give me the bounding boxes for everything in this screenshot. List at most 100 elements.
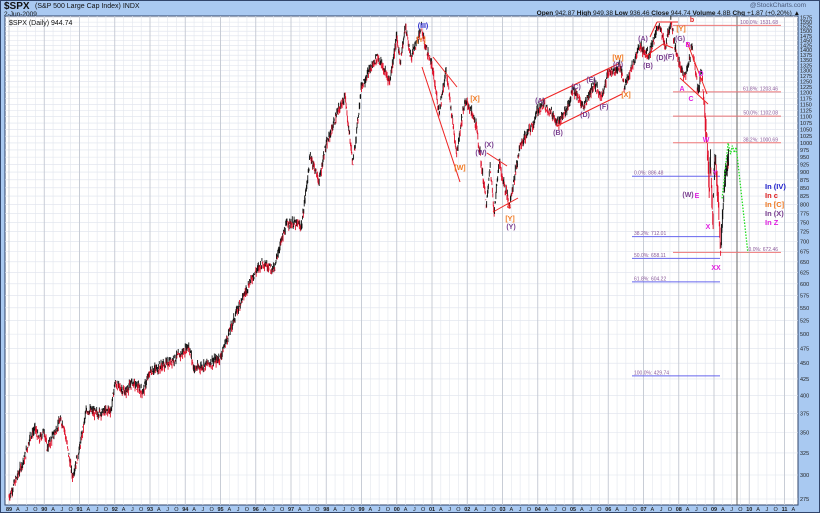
wave-label: [W] [612,55,623,62]
y-tick-label: 1075 [800,121,812,127]
fib-label: 38.2%: 712.01 [634,231,666,237]
x-tick-label: A [192,507,196,513]
y-tick-label: 425 [800,377,809,383]
fib-label: 50.0%: 658.11 [634,253,666,259]
x-tick-label: O [774,507,779,513]
x-tick-label: O [386,507,391,513]
wave-label: (Y) [506,224,515,231]
y-tick-label: 600 [800,282,809,288]
y-tick-label: 1175 [800,97,812,103]
y-tick-label: 975 [800,148,809,154]
x-tick-label: 06 [605,507,611,513]
wave-label: A [679,86,684,93]
y-tick-label: 1050 [800,128,812,134]
x-tick-label: O [492,507,497,513]
x-tick-label: A [686,507,690,513]
y-tick-label: 775 [800,211,809,217]
x-tick-label: A [263,507,267,513]
wave-label: D [698,71,703,78]
x-axis: 89 A J O 90 A J O 91 A J O 92 A J O 93 A J O 94 A J O 95 A J O 96 A J O… [6,507,796,513]
x-tick-label: J [202,507,205,513]
x-tick-label: 99 [358,507,364,513]
y-tick-label: 700 [800,239,809,245]
x-tick-label: 96 [253,507,259,513]
y-tick-label: 1250 [800,79,812,85]
x-tick-label: A [86,507,90,513]
wave-label: (W) [475,150,486,157]
x-tick-label: J [589,507,592,513]
wave-label: (X) [484,142,493,149]
wave-label: (F) [666,54,675,61]
x-tick-label: J [730,507,733,513]
x-tick-label: J [519,507,522,513]
wave-label: (D) [656,55,666,62]
y-tick-label: 850 [800,186,809,192]
wave-label: (B) [643,63,653,70]
fib-label: 50.0%: 1102.08 [743,111,778,117]
y-tick-label: 350 [800,430,809,436]
fib-label: 61.8%: 604.22 [634,276,666,282]
x-tick-label: 07 [640,507,646,513]
x-tick-label: 10 [746,507,752,513]
y-axis: 275 300 325 350 375 400 425 450 475 500 525 550 575 6… [800,16,812,503]
x-tick-label: A [404,507,408,513]
x-tick-label: J [378,507,381,513]
x-tick-label: O [351,507,356,513]
x-tick-label: J [61,507,64,513]
x-tick-label: O [315,507,320,513]
x-tick-label: O [421,507,426,513]
wave-label: E [695,193,700,200]
x-tick-label: 01 [429,507,435,513]
x-tick-label: A [157,507,161,513]
x-tick-label: 05 [570,507,576,513]
wave-label: (A) [638,36,648,43]
x-tick-label: O [456,507,461,513]
y-tick-label: 650 [800,260,809,266]
wave-label: (III) [418,23,429,30]
fib-label: 100.0%: 429.74 [634,370,669,376]
y-tick-label: 900 [800,170,809,176]
x-tick-label: O [69,507,74,513]
wave-label: B [685,42,690,49]
x-tick-label: A [545,507,549,513]
y-tick-label: 1300 [800,69,812,75]
y-tick-label: 1575 [800,16,812,22]
y-tick-label: 1100 [800,115,812,121]
x-tick-label: 89 [6,507,12,513]
y-tick-label: 475 [800,346,809,352]
x-tick-label: 11 [782,507,788,513]
x-tick-label: A [51,507,55,513]
y-tick-label: 1000 [800,141,812,147]
y-tick-label: 625 [800,271,809,277]
x-tick-label: O [104,507,109,513]
x-tick-label: 90 [41,507,47,513]
y-tick-label: 1200 [800,91,812,97]
x-tick-label: J [695,507,698,513]
x-tick-label: A [756,507,760,513]
wave-label: [X] [470,96,479,103]
fib-label: 61.8%: 1203.46 [743,86,778,92]
x-tick-label: O [33,507,38,513]
y-tick-label: 875 [800,178,809,184]
x-tick-label: O [245,507,250,513]
wave-label: [Y] [676,26,685,33]
wave-label: [X] [621,92,630,99]
wave-legend-item: In c [765,191,778,200]
chart-legend: $SPX (Daily) 944.74 [9,20,73,27]
x-tick-label: A [368,507,372,513]
x-tick-label: J [237,507,240,513]
y-tick-label: 300 [800,473,809,479]
x-tick-label: O [139,507,144,513]
x-tick-label: O [668,507,673,513]
wave-label: [W] [454,165,465,172]
x-tick-label: J [343,507,346,513]
x-tick-label: J [131,507,134,513]
wave-legend-item: In (X) [765,209,784,218]
fib-label: 0.0%: 886.48 [634,171,664,177]
x-tick-label: A [474,507,478,513]
y-tick-label: 1275 [800,74,812,80]
wave-label: b [690,17,694,24]
x-tick-label: A [650,507,654,513]
x-tick-label: 00 [394,507,400,513]
wave-label: a [507,203,511,210]
